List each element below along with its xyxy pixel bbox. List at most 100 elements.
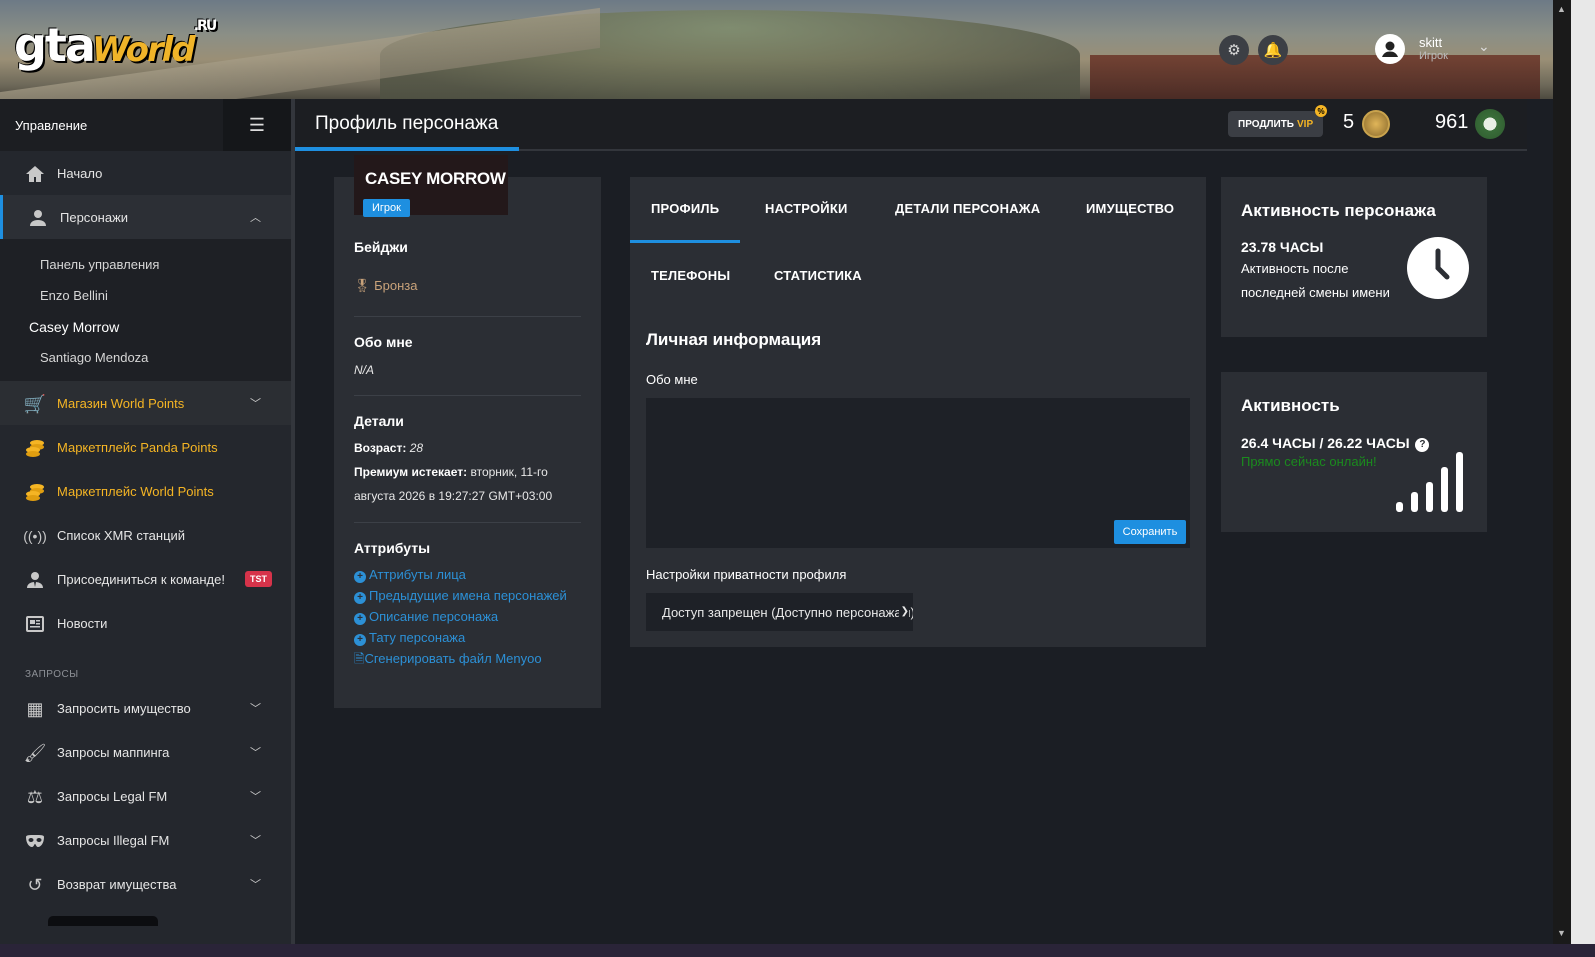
submenu-item-character[interactable]: Santiago Mendoza xyxy=(0,342,291,373)
signal-icon-bar xyxy=(1426,482,1433,512)
sidebar-item-wp-shop[interactable]: 🛒 Магазин World Points ﹀ xyxy=(0,381,291,425)
sidebar-item-home[interactable]: Начало xyxy=(0,151,291,195)
scroll-down-icon[interactable]: ▼ xyxy=(1557,928,1566,938)
tab-profile[interactable]: ПРОФИЛЬ xyxy=(651,201,719,216)
plus-circle-icon: + xyxy=(354,613,366,625)
sidebar-item-label: Запросить имущество xyxy=(57,700,191,716)
sidebar-item-property-return[interactable]: ↺ Возврат имущества ﹀ xyxy=(0,862,291,906)
panda-points-count: 961 xyxy=(1435,111,1469,133)
window-scrollbar[interactable]: ▲ ▼ xyxy=(1553,0,1571,944)
tab-settings[interactable]: НАСТРОЙКИ xyxy=(765,201,848,216)
hamburger-menu-icon[interactable]: ☰ xyxy=(223,99,291,151)
sidebar-item-join-team[interactable]: Присоединиться к команде! TST xyxy=(0,557,291,601)
mask-icon xyxy=(24,830,46,852)
plus-circle-icon: + xyxy=(354,592,366,604)
sidebar-item-xmr[interactable]: ((•)) Список XMR станций xyxy=(0,513,291,557)
file-icon: 🗎 xyxy=(354,651,365,666)
save-button[interactable]: Сохранить xyxy=(1114,520,1186,544)
chevron-down-icon[interactable]: ⌄ xyxy=(1478,38,1490,55)
brush-icon: 🖌 xyxy=(23,742,47,763)
character-activity-title: Активность персонажа xyxy=(1241,201,1436,220)
chevron-down-icon: ﹀ xyxy=(250,791,261,803)
clock-icon xyxy=(1407,237,1469,299)
help-icon[interactable]: ? xyxy=(1415,438,1430,452)
about-heading: Обо мне xyxy=(354,334,413,350)
tab-statistics[interactable]: СТАТИСТИКА xyxy=(774,268,862,283)
submenu-item-dashboard[interactable]: Панель управления xyxy=(0,249,291,280)
taskbar-edge xyxy=(0,944,1595,957)
vip-level-count: 5 xyxy=(1343,111,1355,133)
attr-link-prev-names[interactable]: + Предыдущие имена персонажей xyxy=(354,585,574,606)
plus-circle-icon: + xyxy=(354,634,366,646)
sidebar-item-label: Магазин World Points xyxy=(57,395,185,411)
details-heading: Детали xyxy=(354,413,404,429)
sidebar-item-label: Возврат имущества xyxy=(57,876,177,892)
sidebar-item-mapping-requests[interactable]: 🖌 Запросы маппинга ﹀ xyxy=(0,730,291,774)
privacy-select[interactable]: Доступ запрещен (Доступно персонажам) ❯ xyxy=(646,593,913,631)
attr-link-face[interactable]: + Аттрибуты лица xyxy=(354,564,574,585)
sidebar-item-wp-market[interactable]: Маркетплейс World Points xyxy=(0,469,291,513)
chevron-down-icon: ﹀ xyxy=(250,398,261,410)
submenu-item-character-current[interactable]: Casey Morrow xyxy=(0,311,291,342)
premium-row: Премиум истекает: вторник, 11-го августа… xyxy=(354,465,553,503)
chevron-down-icon: ﹀ xyxy=(250,879,261,891)
tab-character-details[interactable]: ДЕТАЛИ ПЕРСОНАЖА xyxy=(895,201,1040,216)
banner-scenery-train xyxy=(1090,55,1540,99)
sidebar-item-request-property[interactable]: ▦ Запросить имущество ﹀ xyxy=(0,686,291,730)
chevron-down-icon: ﹀ xyxy=(250,747,261,759)
user-avatar-icon[interactable] xyxy=(1375,34,1405,64)
activity-card: Активность 26.4 ЧАСЫ / 26.22 ЧАСЫ ? Прям… xyxy=(1221,372,1487,532)
attr-link-description[interactable]: + Описание персонажа xyxy=(354,606,574,627)
user-tie-icon xyxy=(24,569,46,591)
submenu-item-character[interactable]: Enzo Bellini xyxy=(0,280,291,311)
chevron-up-icon: ︿ xyxy=(250,212,261,224)
user-name[interactable]: skitt xyxy=(1419,35,1442,50)
scales-icon: ⚖ xyxy=(26,786,44,807)
character-name-box: CASEY MORROW Игрок xyxy=(354,155,508,217)
sidebar-item-legal-fm[interactable]: ⚖ Запросы Legal FM ﹀ xyxy=(0,774,291,818)
coins-icon xyxy=(24,481,46,503)
sidebar-item-label: Маркетплейс Panda Points xyxy=(57,439,218,455)
attributes-heading: Аттрибуты xyxy=(354,540,431,556)
signal-icon-bar xyxy=(1411,492,1418,512)
divider xyxy=(354,522,581,523)
menyoo-link[interactable]: 🗎Сгенерировать файл Menyoo xyxy=(354,648,574,669)
home-icon xyxy=(24,163,46,185)
sidebar-item-characters[interactable]: Персонажи ︿ xyxy=(0,195,291,239)
sidebar-item-label: Запросы Illegal FM xyxy=(57,832,170,848)
attr-link-tattoos[interactable]: + Тату персонажа xyxy=(354,627,574,648)
extend-vip-button[interactable]: ПРОДЛИТЬ VIP xyxy=(1228,111,1324,137)
scroll-up-icon[interactable]: ▲ xyxy=(1557,4,1566,14)
about-label: Обо мне xyxy=(646,372,698,387)
gear-icon[interactable]: ⚙ xyxy=(1219,35,1249,65)
header-banner: gtaWorld.RU ⚙ 🔔 skitt Игрок ⌄ xyxy=(0,0,1553,99)
sidebar-item-label: Список XMR станций xyxy=(57,527,186,543)
sidebar-item-panda-market[interactable]: Маркетплейс Panda Points xyxy=(0,425,291,469)
character-activity-card: Активность персонажа 23.78 ЧАСЫ Активнос… xyxy=(1221,177,1487,337)
sidebar-title: Управление xyxy=(15,117,88,133)
tab-property[interactable]: ИМУЩЕСТВО xyxy=(1086,201,1174,216)
badges-heading: Бейджи xyxy=(354,239,408,255)
about-textarea[interactable] xyxy=(646,398,1190,548)
sidebar-scroll-thumb[interactable] xyxy=(48,916,158,926)
page-title: Профиль персонажа xyxy=(315,113,499,134)
divider xyxy=(354,316,581,317)
character-role-badge: Игрок xyxy=(363,199,410,217)
sidebar-item-label: Запросы маппинга xyxy=(57,744,170,760)
bell-icon[interactable]: 🔔 xyxy=(1258,35,1288,65)
activity-hours: 26.4 ЧАСЫ / 26.22 ЧАСЫ ? xyxy=(1241,435,1430,452)
site-logo[interactable]: gtaWorld.RU xyxy=(14,18,217,72)
page-header: Профиль персонажа ПРОДЛИТЬ VIP % 5 961 xyxy=(295,99,1527,151)
character-activity-hours: 23.78 ЧАСЫ xyxy=(1241,239,1324,255)
about-value: N/A xyxy=(354,363,375,377)
desktop-edge xyxy=(1571,0,1595,957)
sidebar: Управление ☰ Начало Персонажи ︿ Панель у… xyxy=(0,99,295,944)
person-icon xyxy=(27,207,49,229)
user-role: Игрок xyxy=(1419,50,1448,62)
tst-badge: TST xyxy=(245,571,272,587)
sidebar-item-illegal-fm[interactable]: Запросы Illegal FM ﹀ xyxy=(0,818,291,862)
tab-phones[interactable]: ТЕЛЕФОНЫ xyxy=(651,268,730,283)
sidebar-item-news[interactable]: Новости xyxy=(0,601,291,645)
chevron-down-icon: ﹀ xyxy=(250,703,261,715)
sidebar-item-label: Персонажи xyxy=(60,209,129,225)
